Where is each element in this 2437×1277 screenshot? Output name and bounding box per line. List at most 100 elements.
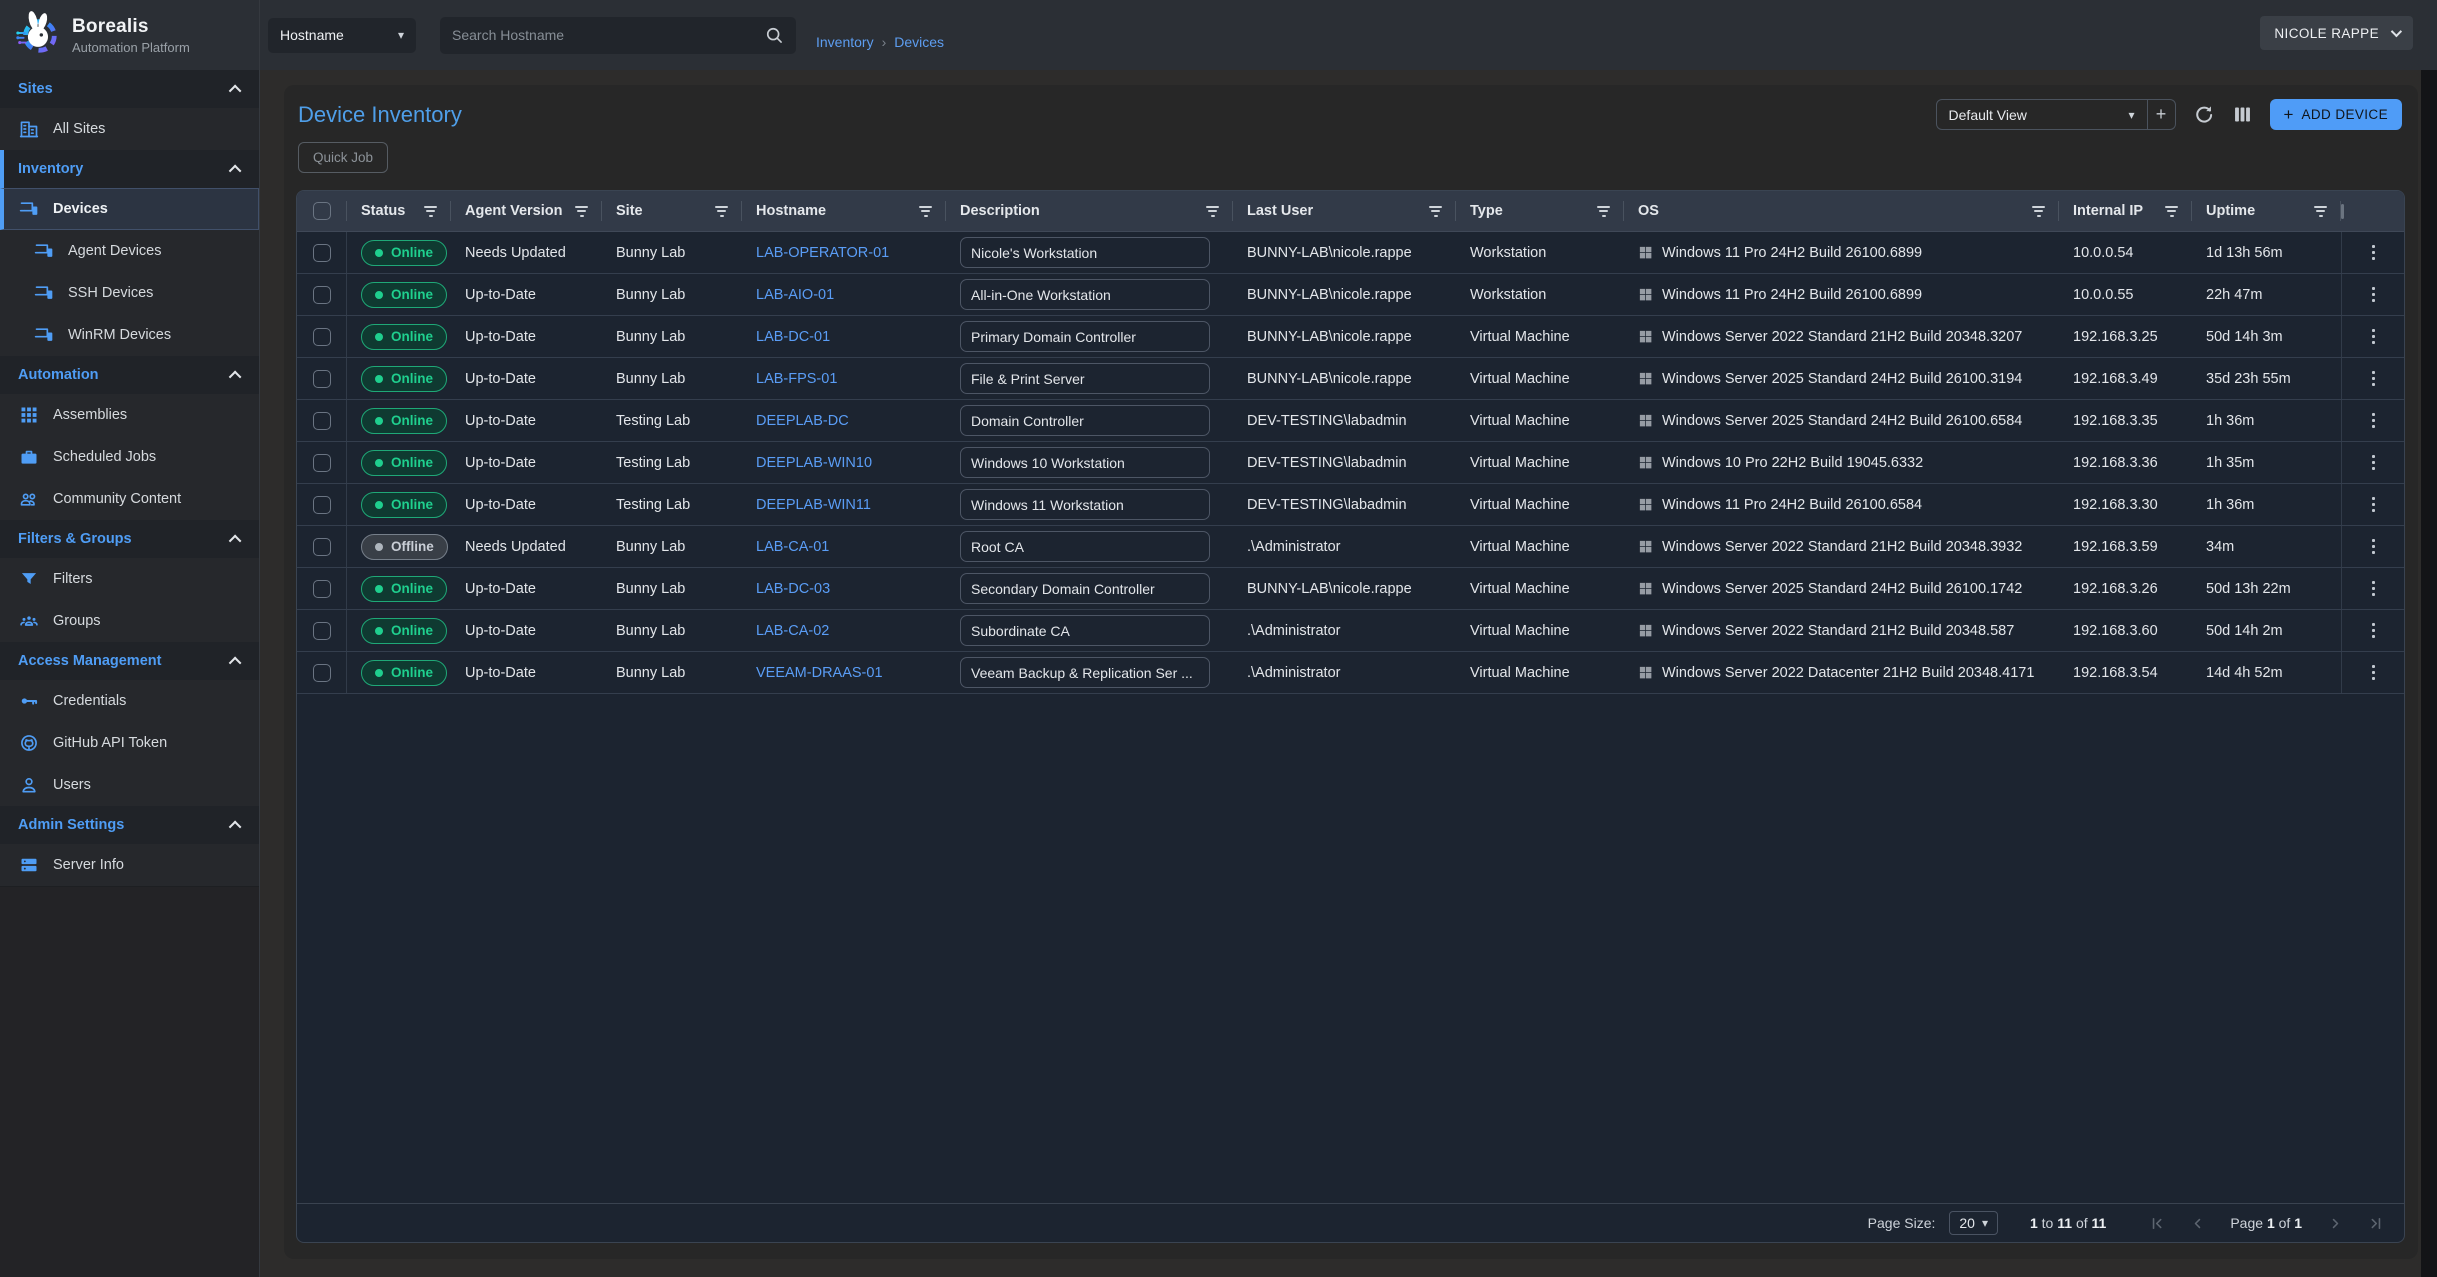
column-header-internal-ip[interactable]: Internal IP xyxy=(2059,191,2192,231)
hostname-link[interactable]: LAB-CA-02 xyxy=(756,623,829,639)
hostname-link[interactable]: DEEPLAB-WIN10 xyxy=(756,455,872,471)
hostname-link[interactable]: VEEAM-DRAAS-01 xyxy=(756,665,883,681)
page-scrollbar[interactable] xyxy=(2421,70,2437,1277)
description-input[interactable] xyxy=(960,531,1210,562)
table-row[interactable]: Online Up-to-Date Testing Lab DEEPLAB-DC… xyxy=(297,400,2404,442)
table-row[interactable]: Online Up-to-Date Bunny Lab LAB-DC-01 BU… xyxy=(297,316,2404,358)
filter-icon[interactable] xyxy=(2163,202,2180,221)
table-row[interactable]: Online Needs Updated Bunny Lab LAB-OPERA… xyxy=(297,232,2404,274)
sidebar-item-server-info[interactable]: Server Info xyxy=(0,844,259,886)
row-checkbox[interactable] xyxy=(313,622,331,640)
description-input[interactable] xyxy=(960,363,1210,394)
hostname-link[interactable]: LAB-FPS-01 xyxy=(756,371,837,387)
row-checkbox[interactable] xyxy=(313,496,331,514)
next-page-icon[interactable] xyxy=(2322,1210,2348,1236)
table-row[interactable]: Online Up-to-Date Testing Lab DEEPLAB-WI… xyxy=(297,442,2404,484)
kebab-menu-icon[interactable] xyxy=(2367,618,2381,644)
filter-icon[interactable] xyxy=(573,202,590,221)
row-checkbox[interactable] xyxy=(313,454,331,472)
row-checkbox[interactable] xyxy=(313,244,331,262)
table-row[interactable]: Offline Needs Updated Bunny Lab LAB-CA-0… xyxy=(297,526,2404,568)
sidebar-section-filters-groups[interactable]: Filters & Groups xyxy=(0,520,259,558)
kebab-menu-icon[interactable] xyxy=(2367,450,2381,476)
filter-icon[interactable] xyxy=(917,202,934,221)
sidebar-section-inventory[interactable]: Inventory xyxy=(0,150,259,188)
kebab-menu-icon[interactable] xyxy=(2367,240,2381,266)
filter-icon[interactable] xyxy=(422,202,439,221)
add-device-button[interactable]: + ADD DEVICE xyxy=(2270,99,2402,130)
filter-icon[interactable] xyxy=(2312,202,2329,221)
row-checkbox[interactable] xyxy=(313,538,331,556)
columns-icon[interactable] xyxy=(2232,104,2253,125)
table-row[interactable]: Online Up-to-Date Bunny Lab VEEAM-DRAAS-… xyxy=(297,652,2404,694)
table-row[interactable]: Online Up-to-Date Testing Lab DEEPLAB-WI… xyxy=(297,484,2404,526)
sidebar-item-assemblies[interactable]: Assemblies xyxy=(0,394,259,436)
kebab-menu-icon[interactable] xyxy=(2367,660,2381,686)
column-header-os[interactable]: OS xyxy=(1624,191,2059,231)
kebab-menu-icon[interactable] xyxy=(2367,408,2381,434)
description-input[interactable] xyxy=(960,321,1210,352)
sidebar-section-automation[interactable]: Automation xyxy=(0,356,259,394)
kebab-menu-icon[interactable] xyxy=(2367,282,2381,308)
description-input[interactable] xyxy=(960,657,1210,688)
description-input[interactable] xyxy=(960,237,1210,268)
table-row[interactable]: Online Up-to-Date Bunny Lab LAB-FPS-01 B… xyxy=(297,358,2404,400)
add-view-button[interactable]: + xyxy=(2148,104,2175,125)
sidebar-item-agent-devices[interactable]: Agent Devices xyxy=(0,230,259,272)
table-row[interactable]: Online Up-to-Date Bunny Lab LAB-DC-03 BU… xyxy=(297,568,2404,610)
first-page-icon[interactable] xyxy=(2144,1210,2170,1236)
kebab-menu-icon[interactable] xyxy=(2367,366,2381,392)
filter-icon[interactable] xyxy=(2030,202,2047,221)
kebab-menu-icon[interactable] xyxy=(2367,492,2381,518)
column-header-site[interactable]: Site xyxy=(602,191,742,231)
hostname-link[interactable]: LAB-OPERATOR-01 xyxy=(756,245,889,261)
previous-page-icon[interactable] xyxy=(2184,1210,2210,1236)
column-header-last-user[interactable]: Last User xyxy=(1233,191,1456,231)
sidebar-item-github-api-token[interactable]: GitHub API Token xyxy=(0,722,259,764)
sidebar-section-sites[interactable]: Sites xyxy=(0,70,259,108)
filter-icon[interactable] xyxy=(713,202,730,221)
column-header-uptime[interactable]: Uptime xyxy=(2192,191,2341,231)
row-checkbox[interactable] xyxy=(313,370,331,388)
filter-icon[interactable] xyxy=(1427,202,1444,221)
last-page-icon[interactable] xyxy=(2362,1210,2388,1236)
sidebar-section-admin-settings[interactable]: Admin Settings xyxy=(0,806,259,844)
hostname-link[interactable]: DEEPLAB-WIN11 xyxy=(756,497,871,513)
hostname-link[interactable]: LAB-CA-01 xyxy=(756,539,829,555)
sidebar-item-community-content[interactable]: Community Content xyxy=(0,478,259,520)
hostname-link[interactable]: LAB-DC-01 xyxy=(756,329,830,345)
kebab-menu-icon[interactable] xyxy=(2367,324,2381,350)
hostname-link[interactable]: LAB-AIO-01 xyxy=(756,287,834,303)
column-header-status[interactable]: Status xyxy=(347,191,451,231)
column-header-agent-version[interactable]: Agent Version xyxy=(451,191,602,231)
row-checkbox[interactable] xyxy=(313,664,331,682)
filter-icon[interactable] xyxy=(1595,202,1612,221)
description-input[interactable] xyxy=(960,279,1210,310)
table-row[interactable]: Online Up-to-Date Bunny Lab LAB-CA-02 .\… xyxy=(297,610,2404,652)
hostname-link[interactable]: DEEPLAB-DC xyxy=(756,413,849,429)
breadcrumb-inventory[interactable]: Inventory xyxy=(816,34,874,50)
description-input[interactable] xyxy=(960,573,1210,604)
sidebar-item-groups[interactable]: Groups xyxy=(0,600,259,642)
sidebar-item-all-sites[interactable]: All Sites xyxy=(0,108,259,150)
description-input[interactable] xyxy=(960,405,1210,436)
breadcrumb-devices[interactable]: Devices xyxy=(894,34,944,50)
row-checkbox[interactable] xyxy=(313,412,331,430)
quick-job-button[interactable]: Quick Job xyxy=(298,142,388,173)
sidebar-item-scheduled-jobs[interactable]: Scheduled Jobs xyxy=(0,436,259,478)
sidebar-item-ssh-devices[interactable]: SSH Devices xyxy=(0,272,259,314)
column-resize-handle[interactable] xyxy=(2341,204,2344,219)
description-input[interactable] xyxy=(960,615,1210,646)
user-menu-button[interactable]: NICOLE RAPPE xyxy=(2260,16,2413,50)
sidebar-item-users[interactable]: Users xyxy=(0,764,259,806)
column-header-hostname[interactable]: Hostname xyxy=(742,191,946,231)
column-header-type[interactable]: Type xyxy=(1456,191,1624,231)
refresh-icon[interactable] xyxy=(2193,104,2215,126)
table-row[interactable]: Online Up-to-Date Bunny Lab LAB-AIO-01 B… xyxy=(297,274,2404,316)
sidebar-section-access-management[interactable]: Access Management xyxy=(0,642,259,680)
view-selector[interactable]: Default View ▾ xyxy=(1937,107,2147,123)
sidebar-item-devices[interactable]: Devices xyxy=(0,188,259,230)
column-header-description[interactable]: Description xyxy=(946,191,1233,231)
sidebar-item-winrm-devices[interactable]: WinRM Devices xyxy=(0,314,259,356)
description-input[interactable] xyxy=(960,447,1210,478)
